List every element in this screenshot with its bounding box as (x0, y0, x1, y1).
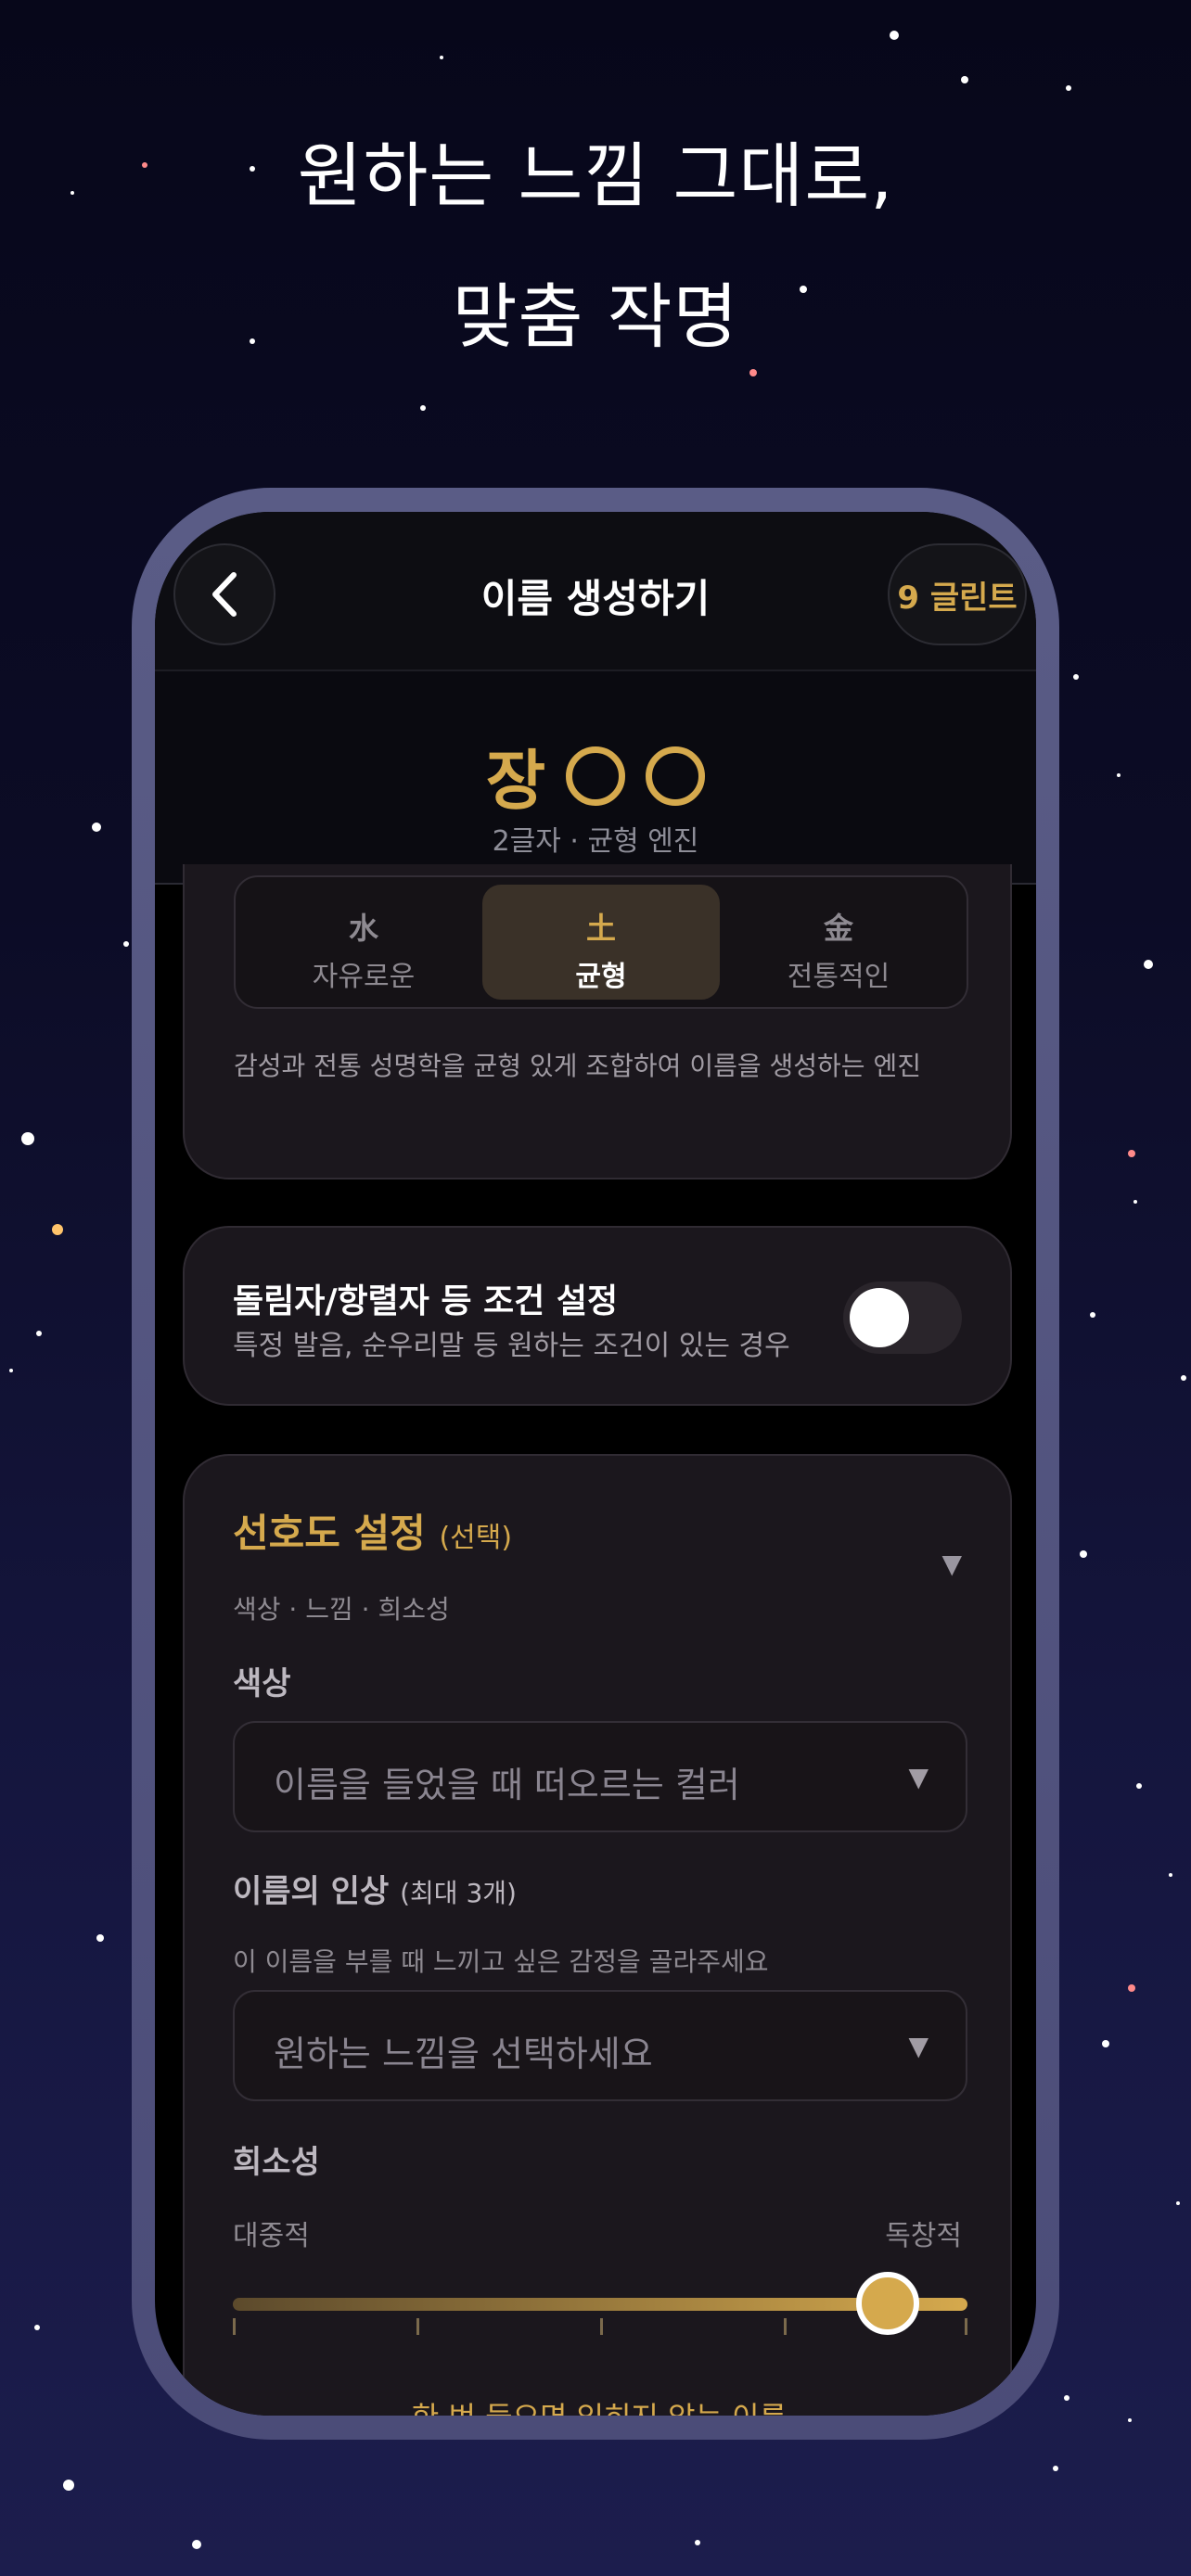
impression-label: 이름의 인상 (최대 3개) (233, 1866, 517, 1911)
name-placeholder-circle (566, 746, 626, 806)
optional-label: (선택) (439, 1522, 513, 1554)
condition-title: 돌림자/항렬자 등 조건 설정 (233, 1282, 619, 1320)
impression-select[interactable]: 원하는 느낌을 선택하세요 ▼ (233, 1990, 967, 2101)
slider-tick (965, 2318, 967, 2335)
tab-label: 균형 (575, 961, 627, 993)
tab-engine-traditional[interactable]: 金 전통적인 (720, 885, 957, 1000)
tab-hanja: 土 (585, 911, 616, 946)
condition-description: 특정 발음, 순우리말 등 원하는 조건이 있는 경우 (233, 1330, 790, 1362)
impression-limit: (최대 3개) (400, 1878, 517, 1908)
surname: 장 (485, 743, 546, 819)
engine-description: 감성과 전통 성명학을 균형 있게 조합하여 이름을 생성하는 엔진 (234, 1051, 921, 1081)
color-label: 색상 (233, 1665, 291, 1702)
tab-hanja: 水 (348, 911, 378, 946)
headline-line-2: 맞춤 작명 (452, 275, 739, 358)
preferences-title-text: 선호도 설정 (233, 1511, 426, 1556)
slider-tick (600, 2318, 603, 2335)
rarity-slider-thumb[interactable] (856, 2272, 919, 2335)
color-select-placeholder: 이름을 들었을 때 떠오르는 컬러 (274, 1765, 740, 1805)
slider-tick (416, 2318, 419, 2335)
tab-engine-balance[interactable]: 土 균형 (482, 885, 720, 1000)
rarity-description: 한 번 들으면 잊히지 않는 이름 (185, 2394, 1014, 2416)
tab-label: 자유로운 (312, 961, 416, 993)
slider-tick (233, 2318, 236, 2335)
slider-tick (784, 2318, 787, 2335)
rarity-label: 희소성 (233, 2144, 320, 2181)
impression-select-placeholder: 원하는 느낌을 선택하세요 (274, 2034, 653, 2074)
name-placeholder-circle (646, 746, 706, 806)
color-select[interactable]: 이름을 들었을 때 떠오르는 컬러 ▼ (233, 1721, 967, 1832)
engine-segmented-control: 水 자유로운 土 균형 金 전통적인 (234, 875, 968, 1009)
phone-screen: 이름 생성하기 9 글린트 장 2글자 · 균형 엔진 水 자유로운 土 균형 … (155, 512, 1036, 2416)
name-info: 2글자 · 균형 엔진 (492, 825, 699, 858)
condition-card: 돌림자/항렬자 등 조건 설정 특정 발음, 순우리말 등 원하는 조건이 있는… (183, 1226, 1012, 1406)
engine-card: 水 자유로운 土 균형 金 전통적인 감성과 전통 성명학을 균형 있게 조합하… (183, 864, 1012, 1180)
toggle-knob (850, 1288, 909, 1347)
chevron-down-icon[interactable]: ▼ (941, 1549, 962, 1579)
condition-toggle[interactable] (843, 1282, 962, 1354)
tab-engine-free[interactable]: 水 자유로운 (245, 885, 482, 1000)
app-bar: 이름 생성하기 9 글린트 (155, 512, 1036, 671)
dropdown-arrow-icon: ▼ (908, 2031, 928, 2061)
tab-label: 전통적인 (787, 961, 890, 993)
rarity-max-label: 독창적 (885, 2220, 962, 2252)
dropdown-arrow-icon: ▼ (908, 1762, 928, 1792)
preferences-card: 선호도 설정 (선택) ▼ 색상 · 느낌 · 희소성 색상 이름을 들었을 때… (183, 1454, 1012, 2416)
name-preview: 장 2글자 · 균형 엔진 (155, 671, 1036, 885)
headline-line-1: 원하는 느낌 그대로, (297, 134, 894, 217)
preferences-subtitle: 색상 · 느낌 · 희소성 (233, 1594, 450, 1625)
preferences-title[interactable]: 선호도 설정 (선택) (233, 1502, 512, 1559)
impression-label-text: 이름의 인상 (233, 1873, 390, 1910)
impression-hint: 이 이름을 부를 때 느끼고 싶은 감정을 골라주세요 (233, 1946, 769, 1977)
tab-hanja: 金 (823, 911, 853, 946)
rarity-min-label: 대중적 (233, 2220, 310, 2252)
credit-badge[interactable]: 9 글린트 (888, 543, 1027, 645)
